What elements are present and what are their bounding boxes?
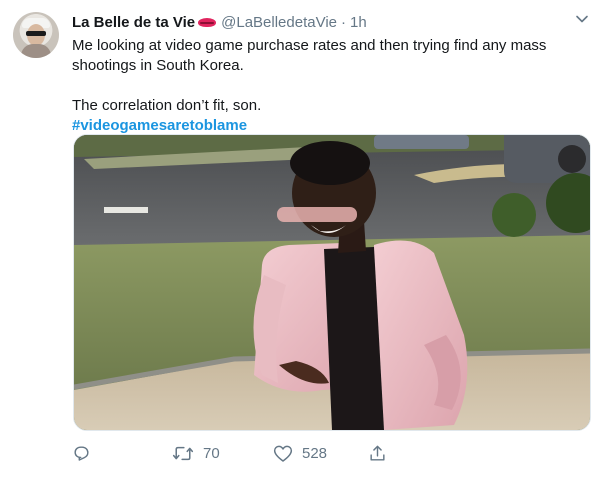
tweet-text: Me looking at video game purchase rates … bbox=[72, 36, 582, 136]
tweet-image[interactable] bbox=[73, 134, 591, 431]
heart-icon bbox=[273, 445, 293, 462]
reply-icon bbox=[74, 445, 89, 461]
tweet-text-spacer bbox=[72, 76, 582, 96]
retweet-count: 70 bbox=[203, 444, 220, 462]
retweet-icon bbox=[172, 446, 194, 460]
reply-button[interactable] bbox=[72, 442, 100, 464]
like-button[interactable]: 528 bbox=[273, 442, 327, 464]
avatar-sunglasses bbox=[26, 31, 46, 36]
timestamp[interactable]: 1h bbox=[350, 14, 367, 31]
kiss-mark-icon bbox=[198, 16, 217, 28]
avatar[interactable] bbox=[13, 12, 59, 58]
retweet-button[interactable]: 70 bbox=[172, 442, 220, 464]
chevron-down-icon[interactable] bbox=[575, 12, 589, 26]
like-count: 528 bbox=[302, 444, 328, 462]
separator-dot: · bbox=[341, 13, 346, 31]
hashtag-link[interactable]: #videogamesaretoblame bbox=[72, 116, 582, 136]
user-handle[interactable]: @LaBelledetaVie bbox=[221, 14, 337, 31]
avatar-body bbox=[21, 44, 51, 58]
share-button[interactable] bbox=[368, 442, 387, 464]
tweet-actions: 70 528 bbox=[72, 442, 402, 464]
tweet-header: La Belle de ta Vie @LaBelledetaVie · 1h bbox=[72, 12, 367, 32]
tweet-text-line-1: Me looking at video game purchase rates … bbox=[72, 37, 547, 74]
share-icon bbox=[370, 445, 385, 461]
tweet-photo bbox=[74, 135, 590, 430]
display-name[interactable]: La Belle de ta Vie bbox=[72, 14, 195, 31]
tweet[interactable]: La Belle de ta Vie @LaBelledetaVie · 1h … bbox=[0, 0, 601, 479]
tweet-text-line-2: The correlation don’t fit, son. bbox=[72, 97, 262, 114]
